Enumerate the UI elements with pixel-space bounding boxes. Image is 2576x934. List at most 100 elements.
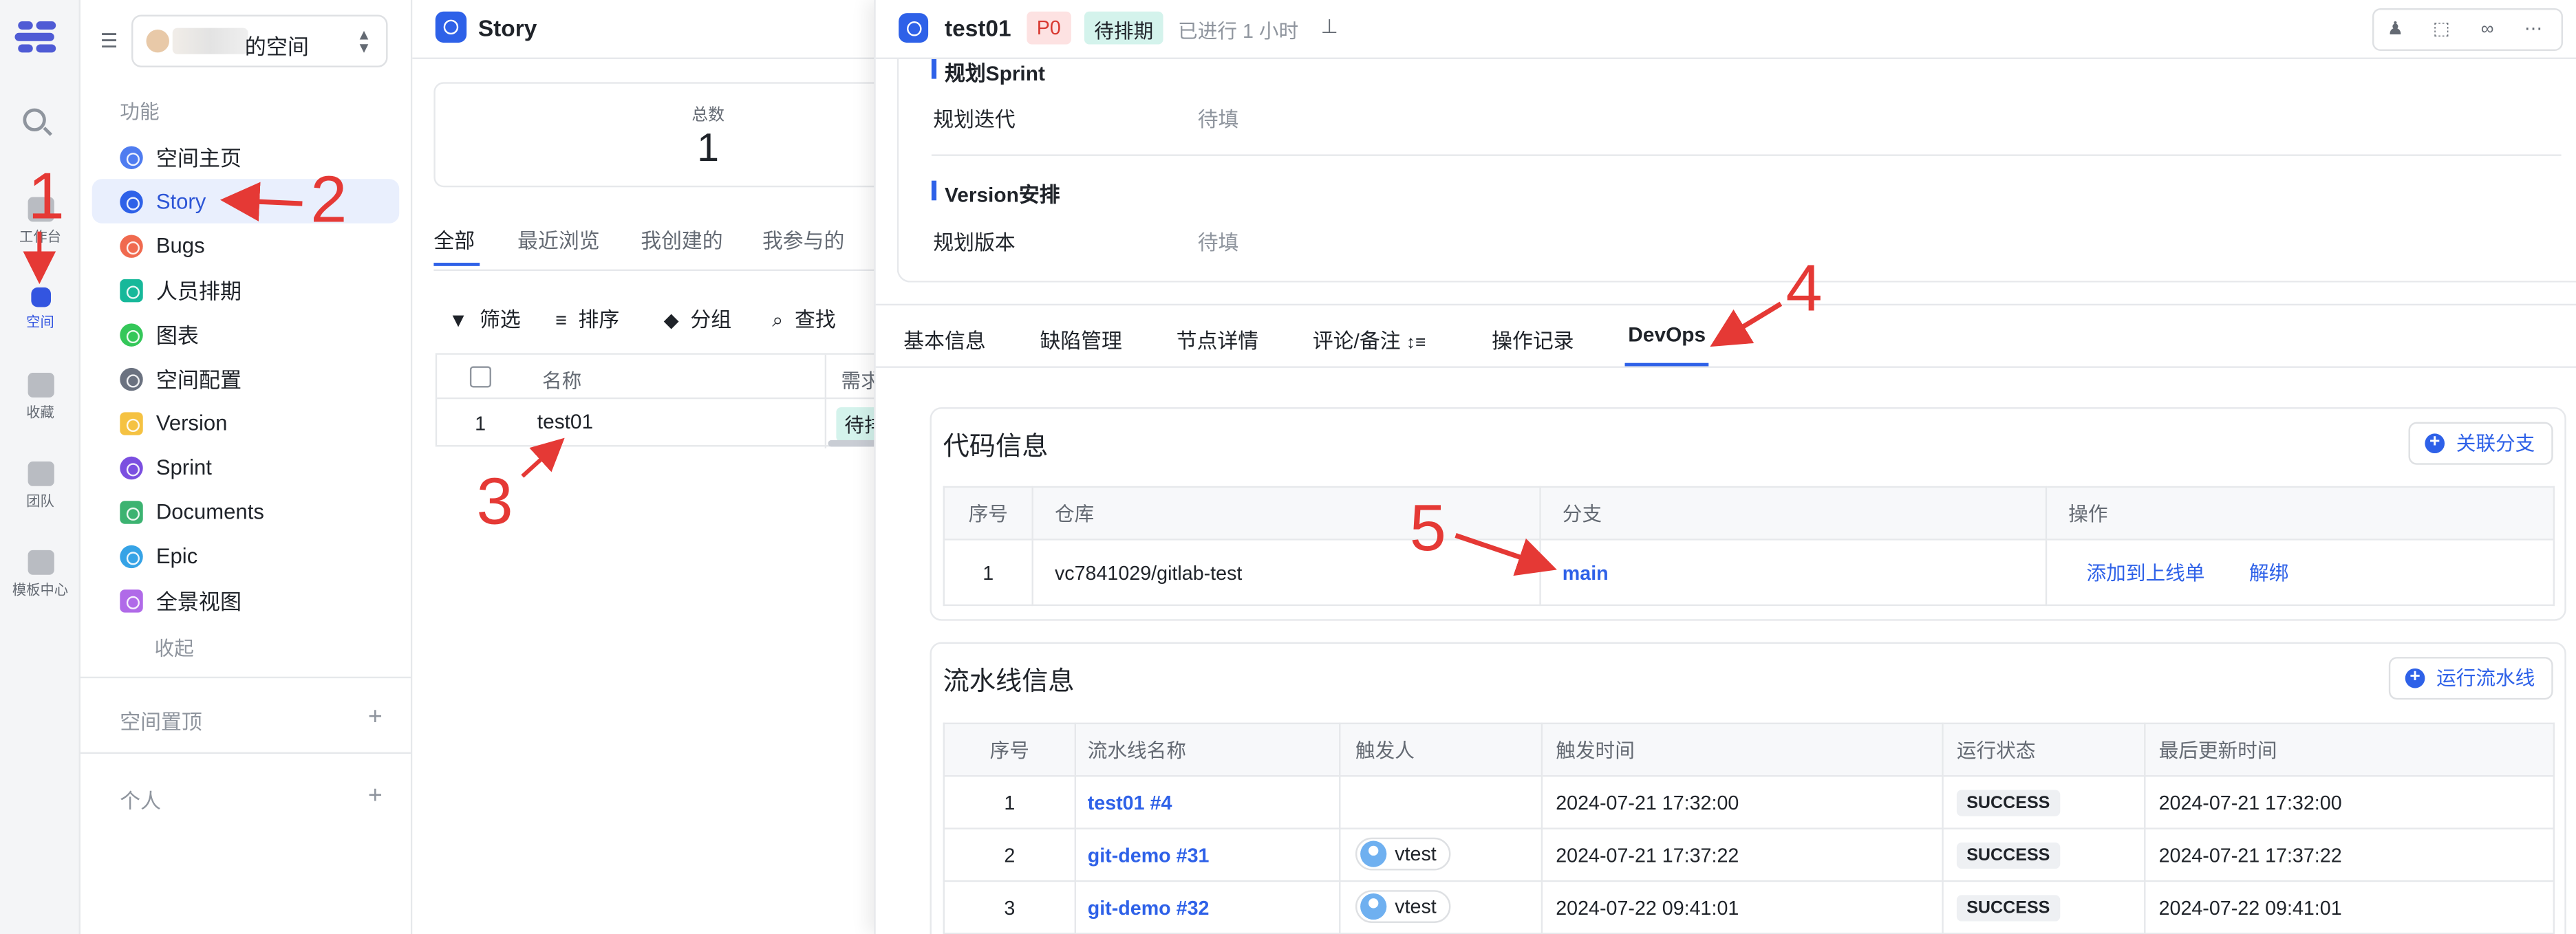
sidebar-item-overview[interactable]: 全景视图: [92, 578, 400, 622]
personal-group-label[interactable]: 个人: [120, 783, 161, 814]
sidebar-item-label: Sprint: [155, 455, 212, 480]
collapse-sidebar-icon[interactable]: ☰: [100, 31, 120, 51]
link-branch-button[interactable]: + 关联分支: [2408, 422, 2553, 465]
tab-created[interactable]: 我创建的: [641, 224, 722, 254]
pipeline-link[interactable]: git-demo #32: [1088, 896, 1210, 919]
version-value[interactable]: 待填: [1198, 225, 1239, 256]
detail-panel: test01 P0 待排期 已进行 1 小时 ⊥ ♟ ⬚ ∞ ⋯ 规划Sprin…: [874, 0, 2576, 934]
rail-item-space[interactable]: 空间: [0, 287, 80, 332]
sidebar-item-label: Documents: [155, 499, 264, 524]
sprint-icon: [120, 455, 143, 479]
tab-devops[interactable]: DevOps: [1628, 323, 1706, 346]
find-button[interactable]: ⌕ 查找: [772, 302, 836, 333]
members-icon[interactable]: ♟: [2382, 17, 2408, 43]
add-to-release-link[interactable]: 添加到上线单: [2087, 562, 2205, 585]
space-selector[interactable]: 的空间 ▲ ▼: [131, 14, 388, 67]
branch-link[interactable]: main: [1563, 561, 1609, 583]
sidebar-item-label: Version: [155, 410, 228, 435]
version-key: 规划版本: [933, 231, 1016, 255]
status-cell: SUCCESS: [1942, 880, 2146, 934]
user-name: vtest: [1395, 895, 1437, 918]
rail-item-favorites[interactable]: 收藏: [0, 373, 80, 422]
group-button[interactable]: ◆ 分组: [664, 302, 731, 333]
section-label: 功能: [120, 100, 160, 124]
tab-basic-info[interactable]: 基本信息: [903, 323, 985, 354]
user-chip[interactable]: vtest: [1355, 837, 1452, 871]
column-divider: [824, 354, 827, 448]
sidebar-item-label: 空间配置: [155, 367, 242, 393]
sidebar-item-label: Epic: [155, 543, 198, 569]
app-logo-icon[interactable]: [14, 20, 57, 56]
active-tab-indicator: [1624, 362, 1709, 367]
column-header: 序号: [943, 486, 1033, 541]
sort-icon[interactable]: ↕≡: [1406, 334, 1426, 354]
filter-button[interactable]: ▼ 筛选: [449, 302, 521, 333]
space-avatar: [146, 29, 169, 53]
sidebar-item-label: 图表: [155, 323, 199, 349]
column-header: 仓库: [1031, 486, 1541, 541]
tab-recent[interactable]: 最近浏览: [517, 224, 599, 254]
pipeline-link[interactable]: git-demo #31: [1088, 843, 1210, 866]
tab-participated[interactable]: 我参与的: [762, 224, 844, 254]
sidebar-item-version[interactable]: Version: [92, 401, 400, 445]
status-badge: SUCCESS: [1956, 841, 2060, 868]
pipeline-link[interactable]: test01 #4: [1088, 791, 1172, 814]
pin-icon[interactable]: ⊥: [1321, 14, 1338, 37]
total-stat-card[interactable]: 总数 1: [433, 82, 910, 188]
sidebar-item-story[interactable]: Story: [92, 179, 400, 224]
sidebar-item-space-settings[interactable]: 空间配置: [92, 356, 400, 400]
status-badge: SUCCESS: [1956, 789, 2060, 816]
unbind-link[interactable]: 解绑: [2249, 562, 2288, 585]
detail-title: test01: [944, 14, 1011, 41]
sidebar-item-documents[interactable]: Documents: [92, 490, 400, 534]
sidebar-item-bugs[interactable]: Bugs: [92, 224, 400, 268]
tab-all[interactable]: 全部: [433, 224, 475, 254]
sidebar-item-epic[interactable]: Epic: [92, 534, 400, 578]
select-all-checkbox[interactable]: [469, 366, 491, 388]
sidebar-item-space-home[interactable]: 空间主页: [92, 135, 400, 179]
bookmark-icon[interactable]: ⬚: [2428, 17, 2454, 43]
rail-item-team[interactable]: 团队: [0, 461, 80, 511]
row-index: 3: [943, 880, 1077, 934]
sidebar-item-sprint[interactable]: Sprint: [92, 445, 400, 489]
priority-badge[interactable]: P0: [1027, 11, 1071, 45]
rail-item-label: 空间: [26, 314, 54, 330]
sprint-value[interactable]: 待填: [1198, 102, 1239, 133]
plus-circle-icon: +: [2425, 433, 2445, 454]
filter-label: 筛选: [479, 308, 521, 332]
pipeline-table: 序号 流水线名称 触发人 触发时间 运行状态 最后更新时间 1 test01 #…: [943, 722, 2555, 934]
sort-button[interactable]: ≡ 排序: [555, 302, 619, 333]
chevron-updown-icon: ▲ ▼: [356, 26, 372, 56]
status-badge[interactable]: 待排期: [1084, 11, 1163, 45]
story-title-link[interactable]: test01: [537, 411, 593, 433]
rail-item-templates[interactable]: 模板中心: [0, 550, 80, 600]
sort-icon: ≡: [555, 308, 567, 332]
table-row: 3 git-demo #32 vtest 2024-07-22 09:41:01…: [943, 880, 2555, 934]
sidebar-item-charts[interactable]: 图表: [92, 312, 400, 356]
tab-comments[interactable]: 评论/备注 ↕≡: [1313, 323, 1426, 354]
sidebar-item-schedule[interactable]: 人员排期: [92, 268, 400, 312]
tab-defects[interactable]: 缺陷管理: [1040, 323, 1121, 354]
divider: [931, 154, 2562, 156]
column-header: 操作: [2045, 486, 2555, 541]
pinned-group-label[interactable]: 空间置顶: [120, 704, 202, 735]
epic-icon: [120, 544, 143, 567]
add-personal-icon[interactable]: +: [368, 783, 383, 808]
find-label: 查找: [795, 308, 836, 332]
divider: [80, 676, 411, 679]
search-icon[interactable]: [23, 108, 46, 132]
sidebar-item-label: Story: [155, 188, 206, 214]
collapse-link[interactable]: 收起: [154, 634, 193, 662]
link-icon[interactable]: ∞: [2474, 17, 2500, 43]
annotation-number: 1: [28, 161, 65, 234]
more-icon[interactable]: ⋯: [2520, 17, 2546, 43]
add-pinned-icon[interactable]: +: [368, 704, 383, 729]
run-pipeline-button[interactable]: + 运行流水线: [2388, 657, 2553, 700]
plus-circle-icon: +: [2405, 668, 2425, 688]
branch-cell: main: [1539, 539, 2048, 607]
tab-node-details[interactable]: 节点详情: [1177, 323, 1258, 354]
document-icon: [120, 500, 143, 523]
row-index: 1: [943, 775, 1077, 829]
tab-activity-log[interactable]: 操作记录: [1492, 323, 1574, 354]
user-chip[interactable]: vtest: [1355, 890, 1452, 923]
